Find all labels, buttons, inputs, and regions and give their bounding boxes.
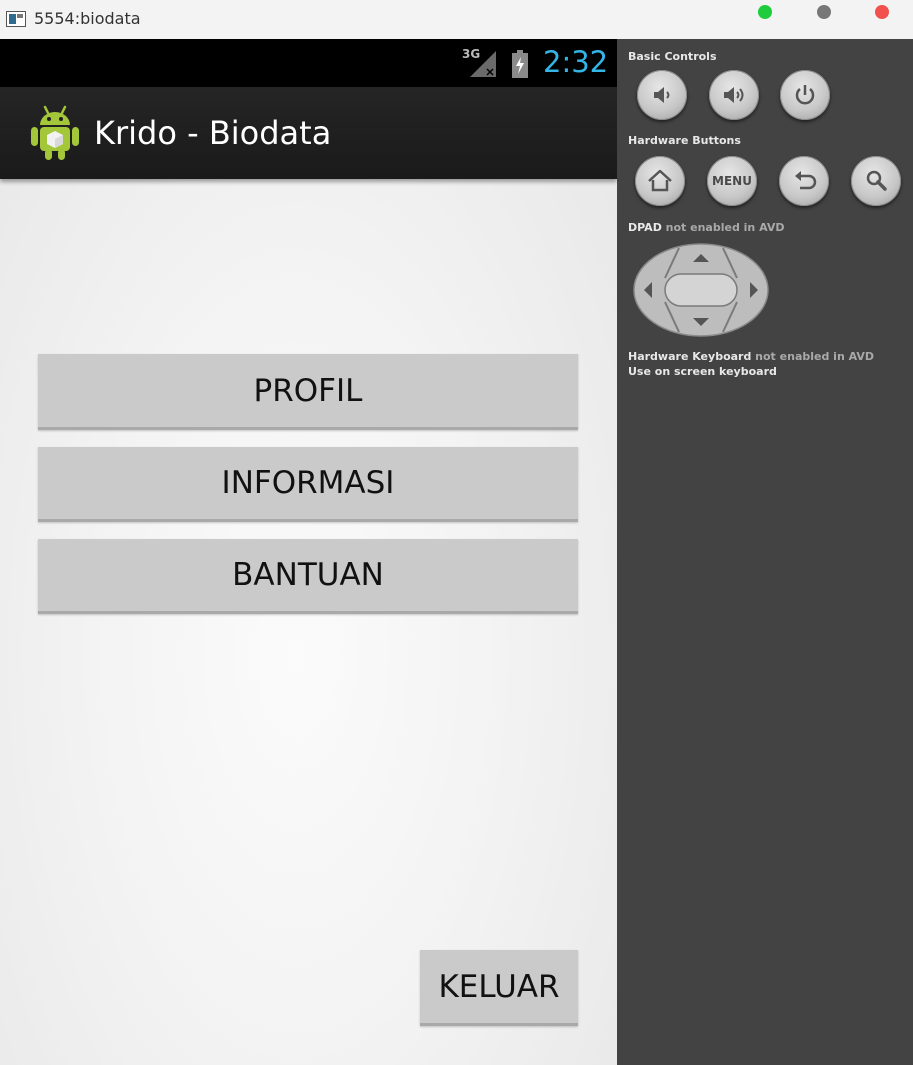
status-bar: 3G 2:32: [0, 39, 617, 87]
bantuan-button[interactable]: BANTUAN: [38, 539, 578, 614]
search-button[interactable]: [851, 156, 901, 206]
volume-down-icon: [654, 87, 670, 103]
action-bar: Krido - Biodata: [0, 87, 617, 179]
power-icon: [795, 85, 815, 105]
menu-button-label: MENU: [712, 174, 752, 188]
emulator-control-panel: Basic Controls Hardware Buttons MENU DPA…: [617, 39, 913, 1065]
title-bar: 5554:biodata: [0, 0, 913, 39]
volume-up-button[interactable]: [709, 70, 759, 120]
back-icon: [795, 171, 817, 190]
minimize-button[interactable]: [817, 5, 831, 19]
profil-button[interactable]: PROFIL: [38, 354, 578, 430]
search-icon: [866, 170, 887, 191]
hardware-buttons-label: Hardware Buttons: [628, 134, 741, 147]
maximize-button[interactable]: [758, 5, 772, 19]
close-button[interactable]: [875, 5, 889, 19]
device-screen: 3G 2:32 Krido - Biodata PROFIL INFORMASI…: [0, 39, 617, 1065]
signal-icon: [470, 51, 496, 77]
volume-up-icon: [724, 87, 744, 103]
back-button[interactable]: [779, 156, 829, 206]
basic-controls-label: Basic Controls: [628, 50, 717, 63]
window-title: 5554:biodata: [34, 9, 141, 28]
status-clock: 2:32: [543, 45, 609, 79]
app-title: Krido - Biodata: [94, 114, 332, 152]
android-app-icon: [31, 105, 79, 160]
informasi-button[interactable]: INFORMASI: [38, 447, 578, 522]
hardware-keyboard-label: Hardware Keyboard not enabled in AVD: [628, 350, 875, 363]
menu-button[interactable]: MENU: [707, 156, 757, 206]
window-icon: [6, 11, 26, 27]
power-button[interactable]: [780, 70, 830, 120]
battery-charging-icon: [512, 50, 528, 78]
keluar-button[interactable]: KELUAR: [420, 950, 578, 1026]
dpad-label: DPAD not enabled in AVD: [628, 221, 785, 234]
emulator-window: 5554:biodata 3G 2:32 Krido - Biodata PRO…: [0, 0, 913, 1065]
onscreen-keyboard-label: Use on screen keyboard: [628, 365, 777, 378]
dpad-control[interactable]: [632, 242, 770, 338]
home-button[interactable]: [635, 156, 685, 206]
home-icon: [648, 169, 672, 192]
volume-down-button[interactable]: [637, 70, 687, 120]
